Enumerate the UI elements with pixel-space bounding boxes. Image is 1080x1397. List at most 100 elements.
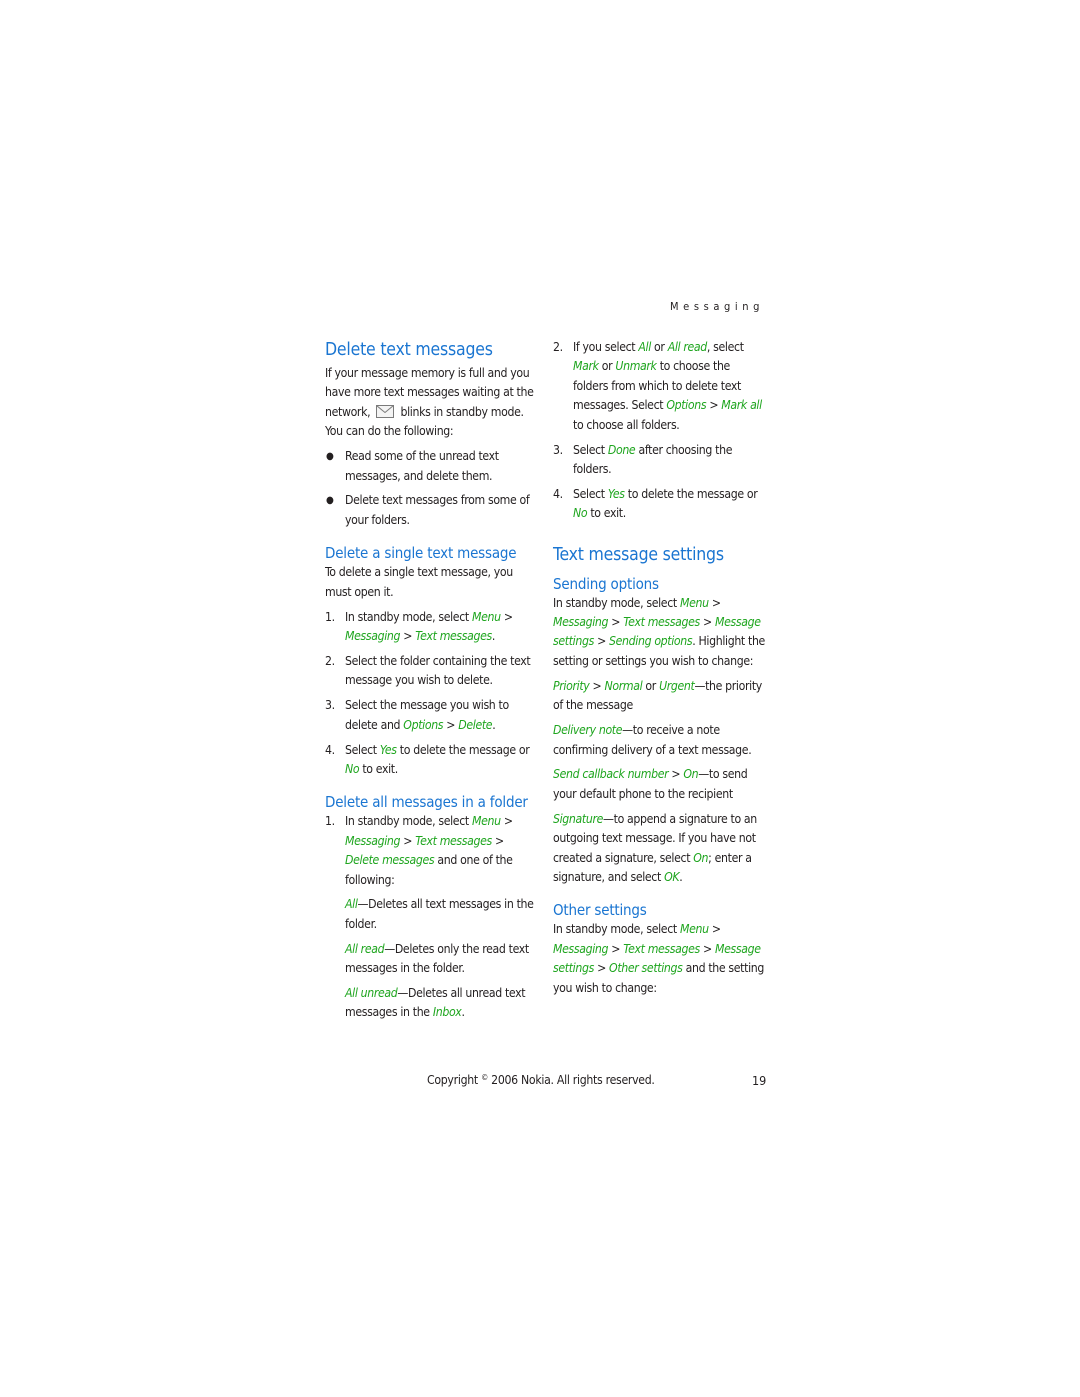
menu-term: Signature	[553, 811, 603, 826]
step-number: 2.	[325, 653, 335, 668]
menu-term: Inbox	[432, 1005, 462, 1020]
para-text: >	[608, 941, 624, 956]
menu-term: Delivery note	[553, 723, 623, 738]
menu-term: Delete	[458, 717, 493, 732]
option-all: All—Deletes all text messages in the fol…	[325, 895, 537, 934]
menu-term: Messaging	[345, 833, 401, 848]
para-text: >	[699, 615, 716, 630]
bullet-text: Delete text messages from some of your f…	[345, 493, 530, 527]
menu-term: All	[345, 897, 358, 912]
left-column: Delete text messages If your message mem…	[325, 338, 537, 1023]
para-text: >	[589, 678, 605, 693]
step-text: >	[706, 398, 722, 413]
option-all-unread: All unread—Deletes all unread text messa…	[325, 984, 537, 1023]
menu-term: No	[345, 761, 360, 776]
menu-term: Done	[607, 442, 636, 457]
bullet-dot: ●	[326, 451, 334, 463]
menu-term: Options	[666, 398, 707, 413]
menu-term: Menu	[679, 922, 709, 937]
step-item: 3. Select Done after choosing the folders…	[553, 441, 765, 480]
step-text: >	[400, 833, 416, 848]
step-text: , select	[706, 340, 744, 354]
step-text: >	[400, 628, 416, 643]
setting-callback-number: Send callback number > On—to send your d…	[553, 765, 765, 804]
sending-intro: In standby mode, select Menu > Messaging…	[553, 594, 765, 672]
menu-term: Delete messages	[345, 853, 435, 868]
step-text: In standby mode, select	[345, 814, 472, 829]
step-text: Select the folder containing the text me…	[345, 653, 531, 688]
setting-signature: Signature—to append a signature to an ou…	[553, 810, 765, 888]
menu-term: Send callback number	[553, 767, 669, 782]
step-text: Select	[573, 442, 608, 457]
step-text: >	[500, 814, 513, 829]
menu-term: Options	[403, 717, 444, 732]
step-item: 2. Select the folder containing the text …	[325, 652, 537, 691]
bullet-item: ● Delete text messages from some of your …	[325, 491, 537, 530]
step-text: to exit.	[359, 761, 398, 776]
step-text: or	[598, 359, 616, 374]
step-item: 1. In standby mode, select Menu > Messagi…	[325, 812, 537, 890]
step-text: to choose all folders.	[573, 417, 680, 432]
menu-term: On	[693, 850, 709, 865]
step-number: 3.	[553, 442, 563, 457]
menu-term: Mark all	[721, 398, 762, 413]
other-intro: In standby mode, select Menu > Messaging…	[553, 920, 765, 998]
step-text: to exit.	[587, 506, 626, 521]
step-text: or	[650, 340, 668, 354]
step-number: 4.	[553, 486, 563, 501]
para-text: In standby mode, select	[553, 595, 680, 610]
menu-term: Messaging	[345, 628, 401, 643]
menu-term: All unread	[345, 986, 398, 1001]
menu-term: Messaging	[553, 615, 609, 630]
para-text: >	[708, 922, 721, 937]
step-text: .	[492, 717, 496, 732]
menu-term: Sending options	[609, 634, 693, 649]
menu-term: Text messages	[623, 615, 700, 630]
single-intro: To delete a single text message, you mus…	[325, 565, 513, 599]
menu-term: Text messages	[415, 833, 492, 848]
menu-term: Other settings	[609, 961, 683, 976]
step-item: 2. If you select All or All read, select …	[553, 338, 765, 435]
setting-delivery-note: Delivery note—to receive a note confirmi…	[553, 721, 765, 760]
menu-term: Unmark	[615, 359, 657, 374]
copyright-symbol: ©	[481, 1073, 488, 1082]
para-text: >	[699, 941, 716, 956]
step-item: 4. Select Yes to delete the message or No…	[325, 741, 537, 780]
step-number: 1.	[325, 609, 335, 624]
step-number: 3.	[325, 698, 335, 713]
heading-delete-text-messages: Delete text messages	[325, 340, 493, 360]
copyright-text: Copyright	[427, 1073, 482, 1087]
option-desc: —Deletes all text messages in the folder…	[345, 897, 534, 931]
step-text: to delete the message or	[624, 486, 758, 501]
menu-term: Text messages	[415, 628, 492, 643]
step-text: >	[500, 609, 513, 624]
step-item: 1. In standby mode, select Menu > Messagi…	[325, 608, 537, 647]
step-text: In standby mode, select	[345, 609, 472, 624]
heading-delete-folder: Delete all messages in a folder	[325, 793, 528, 812]
menu-term: Yes	[379, 742, 397, 757]
menu-term: Yes	[607, 486, 625, 501]
step-text: >	[443, 717, 459, 732]
para-text: >	[708, 595, 721, 610]
menu-term: No	[573, 506, 588, 521]
step-number: 1.	[325, 814, 335, 829]
heading-sending-options: Sending options	[553, 574, 659, 593]
copyright-text: 2006 Nokia. All rights reserved.	[487, 1073, 655, 1087]
step-text: If you select	[573, 340, 639, 354]
running-head: Messaging	[670, 300, 764, 313]
step-item: 4. Select Yes to delete the message or No…	[553, 485, 765, 524]
para-text: >	[593, 961, 610, 976]
heading-other-settings: Other settings	[553, 901, 647, 920]
bullet-text: Read some of the unread text messages, a…	[345, 449, 499, 483]
menu-term: Normal	[604, 678, 643, 693]
setting-priority: Priority > Normal or Urgent—the priority…	[553, 677, 765, 716]
step-text: >	[491, 833, 504, 848]
heading-delete-single: Delete a single text message	[325, 544, 517, 563]
heading-text-message-settings: Text message settings	[553, 544, 724, 565]
step-text: .	[491, 628, 496, 643]
step-item: 3. Select the message you wish to delete …	[325, 696, 537, 735]
step-text: Select	[345, 742, 380, 757]
bullet-item: ● Read some of the unread text messages, …	[325, 447, 537, 486]
para-text: >	[668, 767, 684, 782]
menu-term: Urgent	[659, 678, 695, 693]
